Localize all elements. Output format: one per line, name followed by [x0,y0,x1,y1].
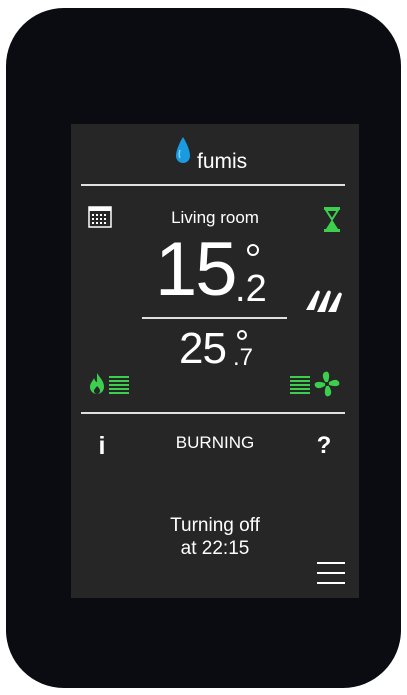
leaf-icon[interactable] [304,284,346,316]
setpoint-temperature-decimal: .7 [233,344,254,371]
device-frame: fumis Living room 15 .2 25 .7 i BURNING … [6,8,401,688]
current-temperature-decimal: .2 [235,268,267,310]
current-temperature-integer: 15 [155,227,238,312]
power-level-bars [109,376,129,396]
help-button[interactable]: ? [315,432,333,460]
brand-logo-text: fumis [197,150,248,173]
schedule-message-line2: at 22:15 [180,538,250,559]
degree-symbol [237,330,247,340]
status-divider [81,412,345,414]
hourglass-icon[interactable] [323,206,341,233]
schedule-message: Turning off at 22:15 [71,514,359,560]
degree-symbol [247,244,259,256]
schedule-message-line1: Turning off [170,515,260,536]
header-divider [81,184,345,186]
menu-icon[interactable] [317,562,345,586]
room-name: Living room [171,208,259,227]
fan-icon[interactable] [313,370,341,398]
fan-level-bars [290,376,310,396]
temperature-divider [142,317,287,319]
display-screen: fumis Living room 15 .2 25 .7 i BURNING … [71,124,359,598]
flame-icon[interactable] [88,372,106,396]
setpoint-temperature-integer[interactable]: 25 [179,327,227,371]
water-drop-icon [176,137,190,163]
